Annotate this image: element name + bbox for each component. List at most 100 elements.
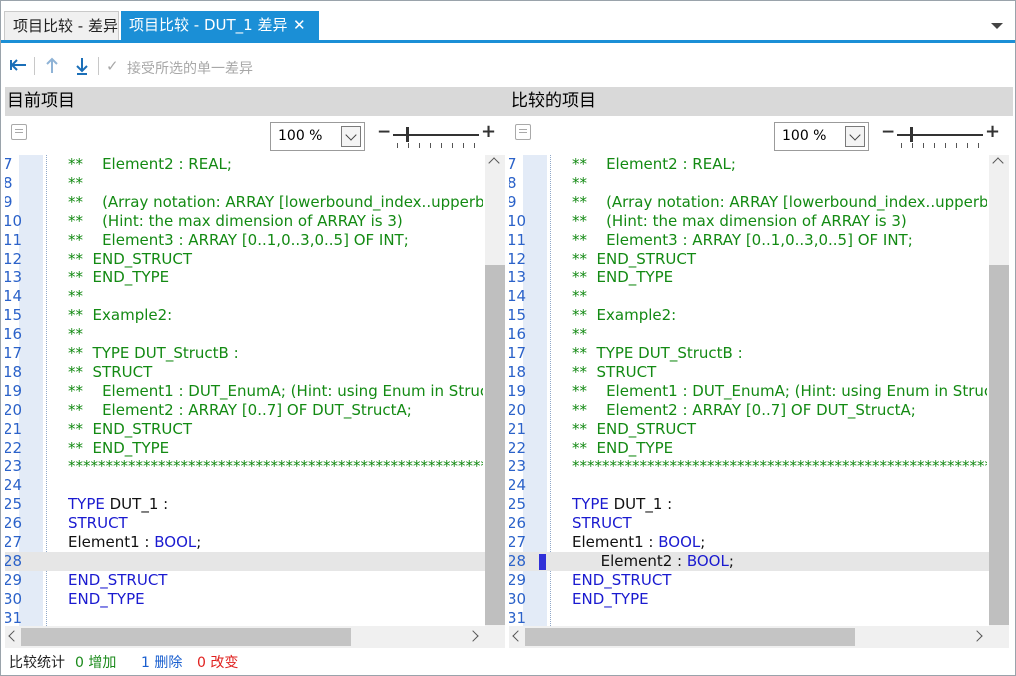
scroll-thumb[interactable] [525,628,855,646]
code-line[interactable]: 8 ** [509,174,989,193]
code-token: DUT_1 : [613,495,673,514]
code-line[interactable]: 8 ** [5,174,485,193]
code-line[interactable]: 12 ** END_STRUCT [5,250,485,269]
code-line[interactable]: 29 END_STRUCT [509,571,989,590]
code-line[interactable]: 19 ** Element1 : DUT_EnumA; (Hint: using … [5,382,485,401]
line-number: 21 [509,419,527,438]
slider-handle[interactable] [910,127,913,142]
code-line[interactable]: 29 END_STRUCT [5,571,485,590]
chevron-down-icon[interactable] [845,126,865,147]
comment-icon[interactable] [11,124,27,140]
code-line[interactable]: 18 ** STRUCT [509,363,989,382]
tab-project-compare-diff[interactable]: 项目比较 - 差异 [4,11,119,40]
vertical-scrollbar[interactable] [485,155,505,626]
code-line[interactable]: 30 END_TYPE [509,590,989,609]
code-line[interactable]: 11 ** Element3 : ARRAY [0..1,0..3,0..5] O… [5,231,485,250]
scroll-thumb[interactable] [21,628,351,646]
close-icon[interactable]: ✕ [293,11,306,40]
scroll-left-icon[interactable] [8,630,20,642]
code-line[interactable]: 20 ** Element2 : ARRAY [0..7] OF DUT_Stru… [509,401,989,420]
accept-single-difference-button[interactable]: 接受所选的单一差异 [127,58,253,78]
zoom-slider[interactable]: − + [377,121,497,155]
tab-project-compare-dut1[interactable]: 项目比较 - DUT_1 差异 ✕ [121,11,319,40]
zoom-select[interactable]: 100 % [270,122,365,151]
code-line[interactable]: 15 ** Example2: [509,306,989,325]
code-line[interactable]: 26 STRUCT [509,514,989,533]
code-line[interactable]: 7 ** Element2 : REAL; [5,155,485,174]
code-line[interactable]: 19 ** Element1 : DUT_EnumA; (Hint: using … [509,382,989,401]
code-line[interactable]: 11 ** Element3 : ARRAY [0..1,0..3,0..5] O… [509,231,989,250]
code-text: ** [68,173,83,192]
code-line[interactable]: 31 [5,609,485,628]
scroll-up-icon[interactable] [992,157,1004,169]
code-line[interactable]: 21 ** END_STRUCT [509,420,989,439]
code-line[interactable]: 18 ** STRUCT [5,363,485,382]
code-line[interactable]: 21 ** END_STRUCT [5,420,485,439]
scroll-thumb[interactable] [485,265,505,625]
code-text: ****************************************… [68,457,483,476]
scroll-up-icon[interactable] [488,157,500,169]
zoom-in-icon[interactable]: + [985,121,1000,142]
code-line[interactable]: 14 ** [5,287,485,306]
code-line[interactable]: 25 TYPE DUT_1 : [509,495,989,514]
code-line[interactable]: 20 ** Element2 : ARRAY [0..7] OF DUT_Stru… [5,401,485,420]
tab-list-dropdown-icon[interactable] [991,23,1003,29]
zoom-slider[interactable]: − + [881,121,1001,155]
code-text: ** END_TYPE [68,268,170,287]
arrow-left-icon[interactable] [9,58,27,72]
arrow-up-icon[interactable] [45,56,59,74]
code-line[interactable]: 24 [5,476,485,495]
scroll-right-icon[interactable] [467,630,479,642]
code-line[interactable]: 27 Element1 : BOOL; [509,533,989,552]
zoom-out-icon[interactable]: − [377,122,391,142]
horizontal-scrollbar[interactable] [5,626,505,648]
scroll-thumb[interactable] [989,265,1009,625]
code-line[interactable]: 22 ** END_TYPE [5,439,485,458]
chevron-down-icon[interactable] [341,126,361,147]
code-view[interactable]: 7 ** Element2 : REAL; 8 ** 9 ** (Array notati… [509,155,1013,628]
line-number: 20 [5,400,23,419]
slider-handle[interactable] [406,127,409,142]
code-line[interactable]: 10 ** (Hint: the max dimension of ARRAY i… [509,212,989,231]
code-line[interactable]: 15 ** Example2: [5,306,485,325]
code-view[interactable]: 7 ** Element2 : REAL; 8 ** 9 ** (Array notati… [5,155,509,628]
code-line[interactable]: 24 [509,476,989,495]
line-number: 20 [509,400,527,419]
code-line[interactable]: 23 **************************************… [509,457,989,476]
code-line[interactable]: 14 ** [509,287,989,306]
line-number: 23 [5,457,23,476]
comment-icon[interactable] [515,124,531,140]
code-line[interactable]: 13 ** END_TYPE [5,268,485,287]
code-line[interactable]: 16 ** [5,325,485,344]
code-line[interactable]: 13 ** END_TYPE [509,268,989,287]
pane-tools: 100 % − + [509,119,1013,155]
code-line[interactable]: 30 END_TYPE [5,590,485,609]
code-line[interactable]: 12 ** END_STRUCT [509,250,989,269]
zoom-in-icon[interactable]: + [481,121,496,142]
scroll-left-icon[interactable] [512,630,524,642]
code-line[interactable]: 31 [509,609,989,628]
code-line[interactable]: 16 ** [509,325,989,344]
code-line[interactable]: 26 STRUCT [5,514,485,533]
code-line[interactable]: 9 ** (Array notation: ARRAY [lowerbound_i… [509,193,989,212]
code-line[interactable]: 22 ** END_TYPE [509,439,989,458]
arrow-down-icon[interactable] [75,56,89,76]
code-text: END_TYPE [68,590,483,609]
vertical-scrollbar[interactable] [989,155,1009,626]
code-line[interactable]: 10 ** (Hint: the max dimension of ARRAY i… [5,212,485,231]
code-line[interactable]: 17 ** TYPE DUT_StructB : [509,344,989,363]
code-line[interactable]: 7 ** Element2 : REAL; [509,155,989,174]
scroll-right-icon[interactable] [971,630,983,642]
zoom-out-icon[interactable]: − [881,122,895,142]
code-line[interactable]: 23 **************************************… [5,457,485,476]
code-line[interactable]: 9 ** (Array notation: ARRAY [lowerbound_i… [5,193,485,212]
code-line[interactable]: 27 Element1 : BOOL; [5,533,485,552]
horizontal-scrollbar[interactable] [509,626,1009,648]
code-token: Element1 : [68,533,155,551]
code-line[interactable]: 28 Element2 : BOOL; [509,551,989,571]
zoom-select[interactable]: 100 % [774,122,869,151]
line-number: 12 [509,249,527,268]
code-line[interactable]: 28 [5,551,485,571]
code-line[interactable]: 17 ** TYPE DUT_StructB : [5,344,485,363]
code-line[interactable]: 25 TYPE DUT_1 : [5,495,485,514]
